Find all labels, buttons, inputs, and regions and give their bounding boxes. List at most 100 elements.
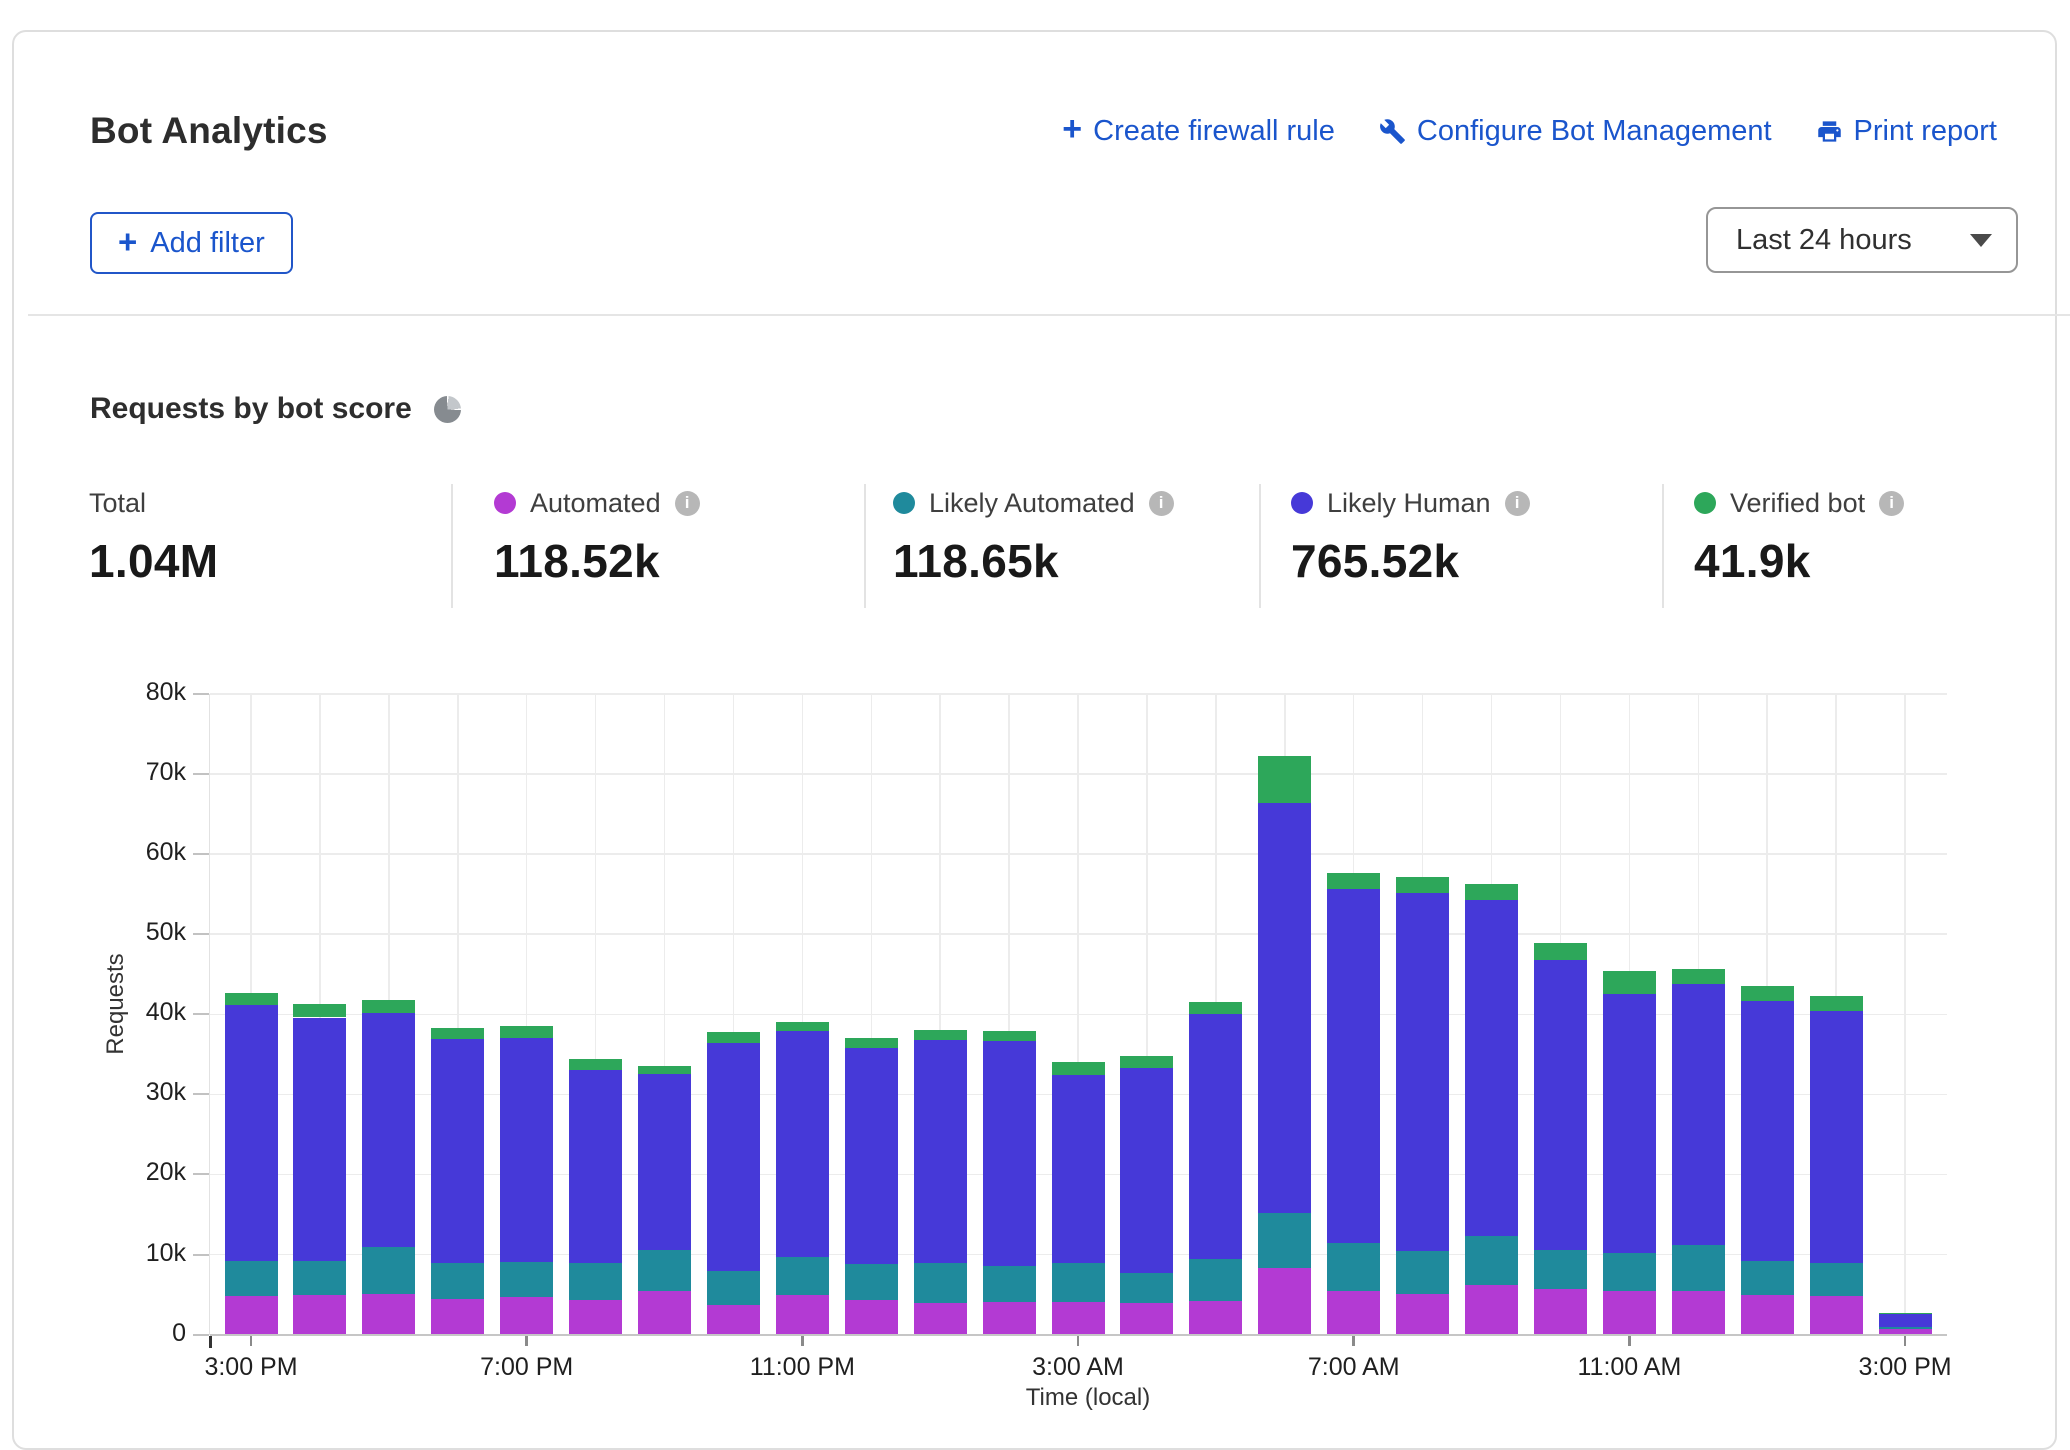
bar-segment-automated[interactable] (983, 1302, 1036, 1335)
bar-segment-verified-bot[interactable] (293, 1004, 346, 1018)
bar-segment-automated[interactable] (1396, 1294, 1449, 1335)
bar-segment-likely-human[interactable] (569, 1070, 622, 1263)
bar-segment-likely-human[interactable] (1810, 1011, 1863, 1263)
bar-segment-verified-bot[interactable] (845, 1038, 898, 1048)
bar-segment-automated[interactable] (225, 1296, 278, 1334)
bar-segment-verified-bot[interactable] (638, 1066, 691, 1075)
bar-segment-automated[interactable] (1465, 1285, 1518, 1335)
bar-segment-verified-bot[interactable] (431, 1028, 484, 1039)
bar-segment-likely-human[interactable] (1120, 1068, 1173, 1273)
bar-segment-likely-automated[interactable] (845, 1264, 898, 1300)
info-icon[interactable]: i (1149, 491, 1174, 516)
bar-segment-automated[interactable] (431, 1299, 484, 1335)
bar-segment-automated[interactable] (1052, 1302, 1105, 1335)
bar-segment-verified-bot[interactable] (1189, 1002, 1242, 1014)
bar-segment-automated[interactable] (1603, 1291, 1656, 1335)
bar-segment-automated[interactable] (845, 1300, 898, 1334)
bar-segment-automated[interactable] (707, 1305, 760, 1335)
bar-segment-likely-automated[interactable] (1465, 1236, 1518, 1285)
bar-segment-likely-human[interactable] (1879, 1314, 1932, 1327)
create-firewall-rule-link[interactable]: + Create firewall rule (1062, 114, 1335, 148)
bar-segment-likely-human[interactable] (293, 1018, 346, 1261)
bar-segment-automated[interactable] (1189, 1301, 1242, 1335)
bar-segment-likely-human[interactable] (431, 1039, 484, 1262)
bar-segment-automated[interactable] (914, 1303, 967, 1335)
bar-segment-likely-human[interactable] (1741, 1001, 1794, 1261)
bar-segment-likely-human[interactable] (1672, 984, 1725, 1245)
bar-segment-automated[interactable] (362, 1294, 415, 1335)
bar-segment-automated[interactable] (1810, 1296, 1863, 1334)
bar-segment-likely-automated[interactable] (707, 1271, 760, 1305)
bar-segment-likely-human[interactable] (1465, 900, 1518, 1236)
bar-segment-likely-automated[interactable] (1327, 1243, 1380, 1290)
bar-segment-automated[interactable] (1879, 1329, 1932, 1335)
bar-segment-likely-human[interactable] (1189, 1014, 1242, 1259)
bar-segment-verified-bot[interactable] (569, 1059, 622, 1069)
bar-segment-likely-automated[interactable] (1052, 1263, 1105, 1302)
bar-segment-verified-bot[interactable] (1120, 1056, 1173, 1068)
bar-segment-automated[interactable] (569, 1300, 622, 1334)
bar-segment-verified-bot[interactable] (914, 1030, 967, 1040)
bar-segment-verified-bot[interactable] (500, 1026, 553, 1038)
bar-segment-likely-automated[interactable] (1603, 1253, 1656, 1291)
time-range-select[interactable]: Last 24 hours (1706, 207, 2018, 273)
bar-segment-likely-human[interactable] (1534, 960, 1587, 1250)
bar-segment-automated[interactable] (1672, 1291, 1725, 1334)
bar-segment-likely-automated[interactable] (362, 1247, 415, 1294)
bar-segment-likely-human[interactable] (638, 1074, 691, 1249)
bar-segment-likely-automated[interactable] (1534, 1250, 1587, 1289)
bar-segment-likely-automated[interactable] (638, 1250, 691, 1291)
info-icon[interactable]: i (1505, 491, 1530, 516)
bar-segment-likely-human[interactable] (914, 1040, 967, 1263)
bar-segment-likely-automated[interactable] (500, 1262, 553, 1297)
bar-segment-likely-automated[interactable] (983, 1266, 1036, 1302)
info-icon[interactable]: i (675, 491, 700, 516)
bar-segment-likely-human[interactable] (776, 1031, 829, 1257)
bar-segment-likely-human[interactable] (362, 1013, 415, 1246)
bar-segment-verified-bot[interactable] (1396, 877, 1449, 893)
bar-segment-verified-bot[interactable] (1465, 884, 1518, 900)
bar-segment-likely-human[interactable] (1603, 994, 1656, 1253)
bar-segment-verified-bot[interactable] (1810, 996, 1863, 1011)
bar-segment-likely-human[interactable] (500, 1038, 553, 1262)
bar-segment-automated[interactable] (1534, 1289, 1587, 1335)
bar-segment-verified-bot[interactable] (1603, 971, 1656, 994)
bar-segment-automated[interactable] (638, 1291, 691, 1335)
bar-segment-likely-automated[interactable] (914, 1263, 967, 1303)
bar-segment-verified-bot[interactable] (362, 1000, 415, 1014)
bar-segment-likely-human[interactable] (845, 1048, 898, 1264)
bar-segment-verified-bot[interactable] (983, 1031, 1036, 1041)
bar-segment-likely-human[interactable] (225, 1005, 278, 1260)
bar-segment-verified-bot[interactable] (707, 1032, 760, 1043)
bar-segment-likely-automated[interactable] (1810, 1263, 1863, 1296)
bar-segment-verified-bot[interactable] (1052, 1062, 1105, 1076)
bar-segment-likely-human[interactable] (1396, 893, 1449, 1250)
bar-segment-likely-automated[interactable] (225, 1261, 278, 1296)
bar-segment-likely-automated[interactable] (1672, 1245, 1725, 1291)
info-icon[interactable]: i (1879, 491, 1904, 516)
bar-segment-automated[interactable] (1120, 1303, 1173, 1334)
bar-segment-automated[interactable] (500, 1297, 553, 1335)
bar-segment-verified-bot[interactable] (1258, 756, 1311, 802)
bar-segment-likely-automated[interactable] (1879, 1327, 1932, 1329)
bar-segment-likely-automated[interactable] (293, 1261, 346, 1295)
bar-segment-likely-human[interactable] (1258, 803, 1311, 1213)
bar-segment-likely-human[interactable] (1327, 889, 1380, 1244)
bar-segment-verified-bot[interactable] (1327, 873, 1380, 889)
print-report-link[interactable]: Print report (1816, 115, 1997, 148)
bar-segment-verified-bot[interactable] (1534, 943, 1587, 960)
bar-segment-automated[interactable] (1741, 1295, 1794, 1334)
bar-segment-verified-bot[interactable] (1672, 969, 1725, 983)
bar-segment-likely-automated[interactable] (569, 1263, 622, 1301)
configure-bot-management-link[interactable]: Configure Bot Management (1379, 115, 1772, 148)
bar-segment-verified-bot[interactable] (225, 993, 278, 1006)
bar-segment-automated[interactable] (293, 1295, 346, 1334)
bar-segment-likely-automated[interactable] (431, 1263, 484, 1299)
bar-segment-likely-human[interactable] (707, 1043, 760, 1270)
bar-segment-automated[interactable] (776, 1295, 829, 1334)
bar-segment-likely-automated[interactable] (1189, 1259, 1242, 1301)
bar-segment-verified-bot[interactable] (1741, 986, 1794, 1000)
bar-segment-verified-bot[interactable] (776, 1022, 829, 1032)
add-filter-button[interactable]: + Add filter (90, 212, 293, 274)
bar-segment-likely-automated[interactable] (1258, 1213, 1311, 1268)
